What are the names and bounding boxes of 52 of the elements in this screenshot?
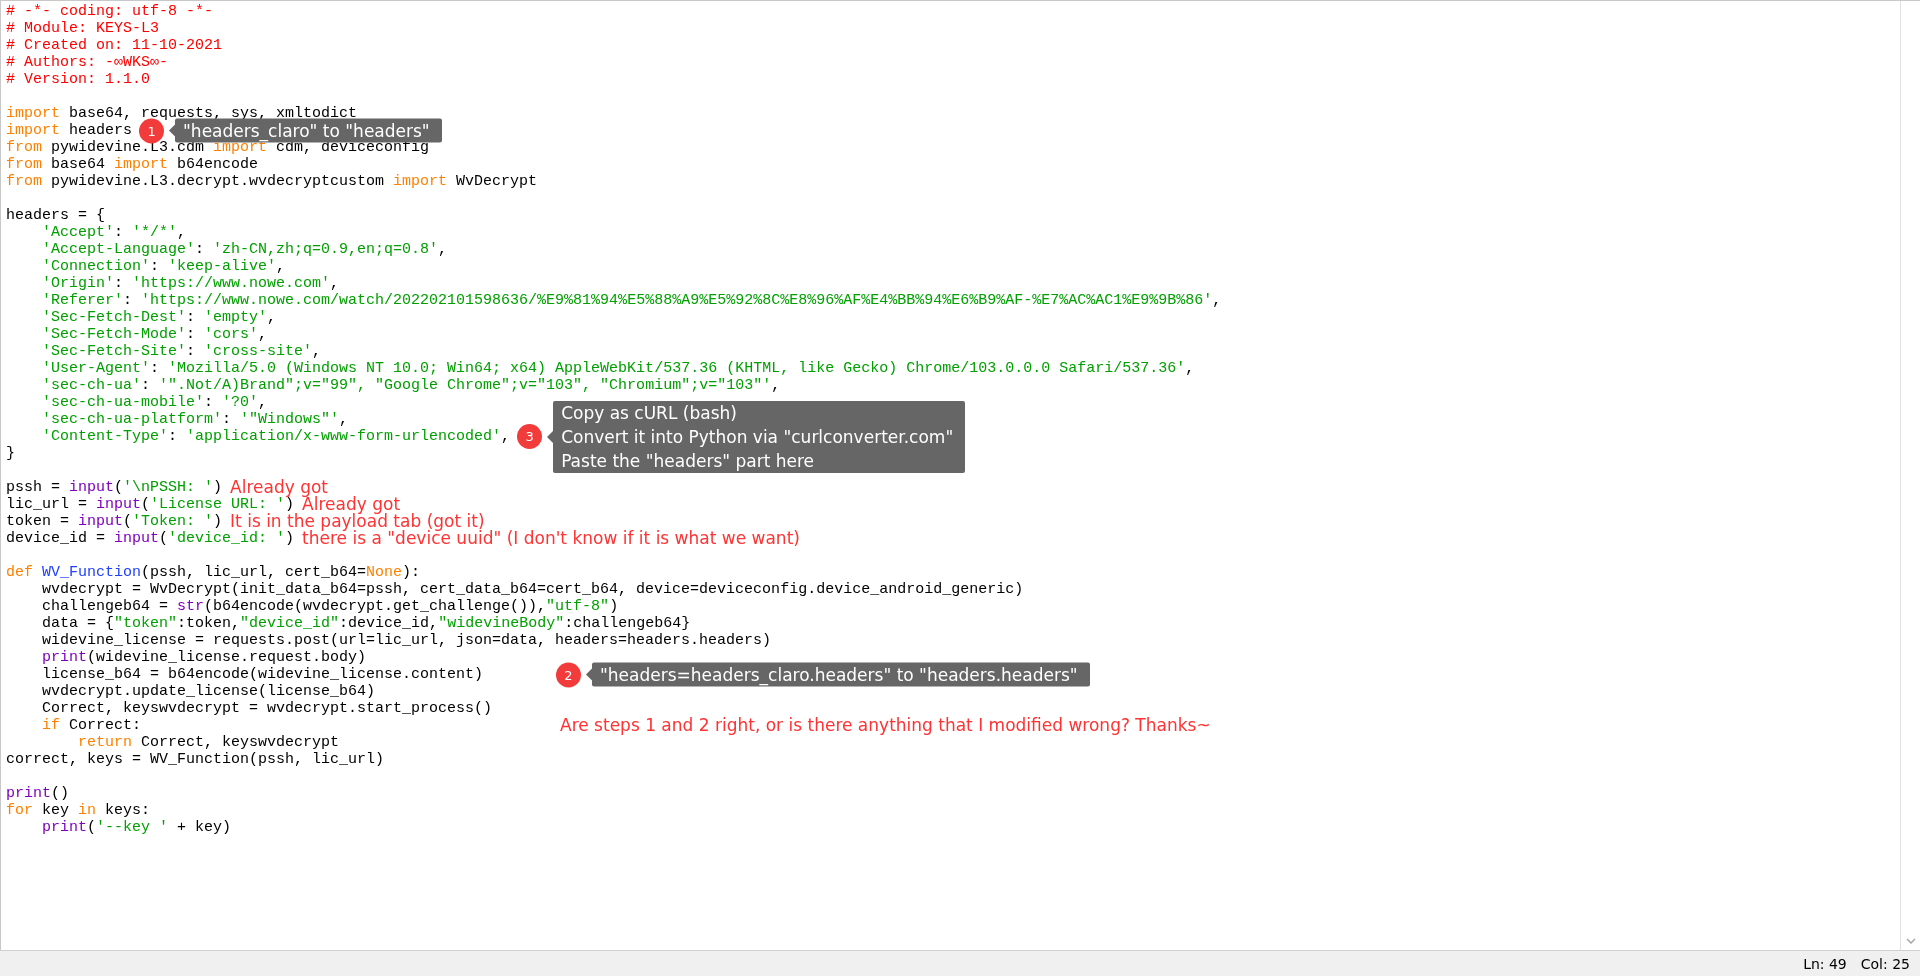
code-line: print()	[6, 785, 70, 802]
code-line: lic_url = input('License URL: ')	[6, 496, 295, 513]
code-line: # Created on: 11-10-2021	[6, 37, 223, 54]
code-line: import headers	[6, 122, 133, 139]
code-line: 'Origin': 'https://www.nowe.com',	[41, 275, 340, 292]
code-line: def WV_Function(pssh, lic_url, cert_b64=None):	[6, 564, 421, 581]
code-line: 'Sec-Fetch-Dest': 'empty',	[41, 309, 277, 326]
code-line: # Authors: -∞WKS∞-	[6, 54, 169, 71]
code-line: device_id = input('device_id: ')	[6, 530, 295, 547]
code-line: 'Sec-Fetch-Site': 'cross-site',	[41, 343, 322, 360]
code-line: headers = {	[6, 207, 106, 224]
callout-box: Copy as cURL (bash) Convert it into Python via "curlconverter.com" Paste the "headers" part here	[553, 400, 966, 473]
code-line: wvdecrypt = WvDecrypt(init_data_b64=pssh, cert_data_b64=cert_b64, device=deviceconfig.device_android_generic)	[41, 581, 1024, 598]
code-line: correct, keys = WV_Function(pssh, lic_url)	[6, 751, 385, 768]
code-line: 'Connection': 'keep-alive',	[41, 258, 286, 275]
code-line: token = input('Token: ')	[6, 513, 223, 530]
step-badge: 2	[556, 662, 581, 687]
scroll-down-icon[interactable]	[1905, 938, 1916, 944]
code-line: }	[6, 445, 15, 462]
callout-box: "headers=headers_claro.headers" to "headers.headers"	[592, 662, 1090, 687]
callout-box: "headers_claro" to "headers"	[175, 118, 442, 143]
code-line: 'sec-ch-ua-platform': '"Windows"',	[41, 411, 349, 428]
code-line: # -*- coding: utf-8 -*-	[6, 3, 214, 20]
code-line: widevine_license = requests.post(url=lic_url, json=data, headers=headers.headers)	[41, 632, 772, 649]
code-line: 'sec-ch-ua-mobile': '?0',	[41, 394, 268, 411]
column-status: Col: 25	[1860, 955, 1910, 972]
code-line: 'Accept-Language': 'zh-CN,zh;q=0.9,en;q=0.8',	[41, 241, 448, 258]
code-line: wvdecrypt.update_license(license_b64)	[41, 683, 376, 700]
code-line: 'Sec-Fetch-Mode': 'cors',	[41, 326, 268, 343]
code-line: 'Accept': '*/*',	[41, 224, 187, 241]
code-line: print('--key ' + key)	[41, 819, 232, 836]
code-line: # Version: 1.1.0	[6, 71, 151, 88]
line-number-status: Ln: 49	[1803, 955, 1847, 972]
code-line: Correct, keyswvdecrypt = wvdecrypt.start_process()	[41, 700, 493, 717]
code-line: license_b64 = b64encode(widevine_license.content)	[41, 666, 484, 683]
code-line: data = {"token":token,"device_id":device_id,"widevineBody":challengeb64}	[41, 615, 691, 632]
code-line: from pywidevine.L3.decrypt.wvdecryptcustom import WvDecrypt	[6, 173, 538, 190]
code-line: challengeb64 = str(b64encode(wvdecrypt.get_challenge()),"utf-8")	[41, 598, 619, 615]
code-line: pssh = input('\nPSSH: ')	[6, 479, 223, 496]
code-line: print(widevine_license.request.body)	[41, 649, 367, 666]
code-line: if Correct:	[41, 717, 142, 734]
code-line: # Module: KEYS-L3	[6, 20, 160, 37]
code-line: 'Referer': 'https://www.nowe.com/watch/202202101598636/%E9%81%94%E5%88%A9%E5%92%8C%E8%96%AF%E4%BB%94%E6%B9%AF-%E7%AC%AC1%E9%9B%86',	[41, 292, 1222, 309]
code-line: 'Content-Type': 'application/x-www-form-urlencoded',	[41, 428, 511, 445]
step-badge: 3	[517, 424, 543, 449]
annotation-note: Already got	[230, 476, 329, 497]
code-line: 'User-Agent': 'Mozilla/5.0 (Windows NT 10.0; Win64; x64) AppleWebKit/537.36 (KHTML, like Gecko) Chrome/103.0.0.0 Safari/537.36',	[41, 360, 1195, 377]
annotation-note: Are steps 1 and 2 right, or is there anything that I modified wrong? Thanks~	[560, 715, 1211, 735]
code-line: 'sec-ch-ua': '".Not/A)Brand";v="99", "Google Chrome";v="103", "Chromium";v="103"',	[41, 377, 781, 394]
code-line: for key in keys:	[6, 802, 151, 819]
code-line: return Correct, keyswvdecrypt	[77, 734, 340, 751]
code-line: from base64 import b64encode	[6, 156, 259, 173]
